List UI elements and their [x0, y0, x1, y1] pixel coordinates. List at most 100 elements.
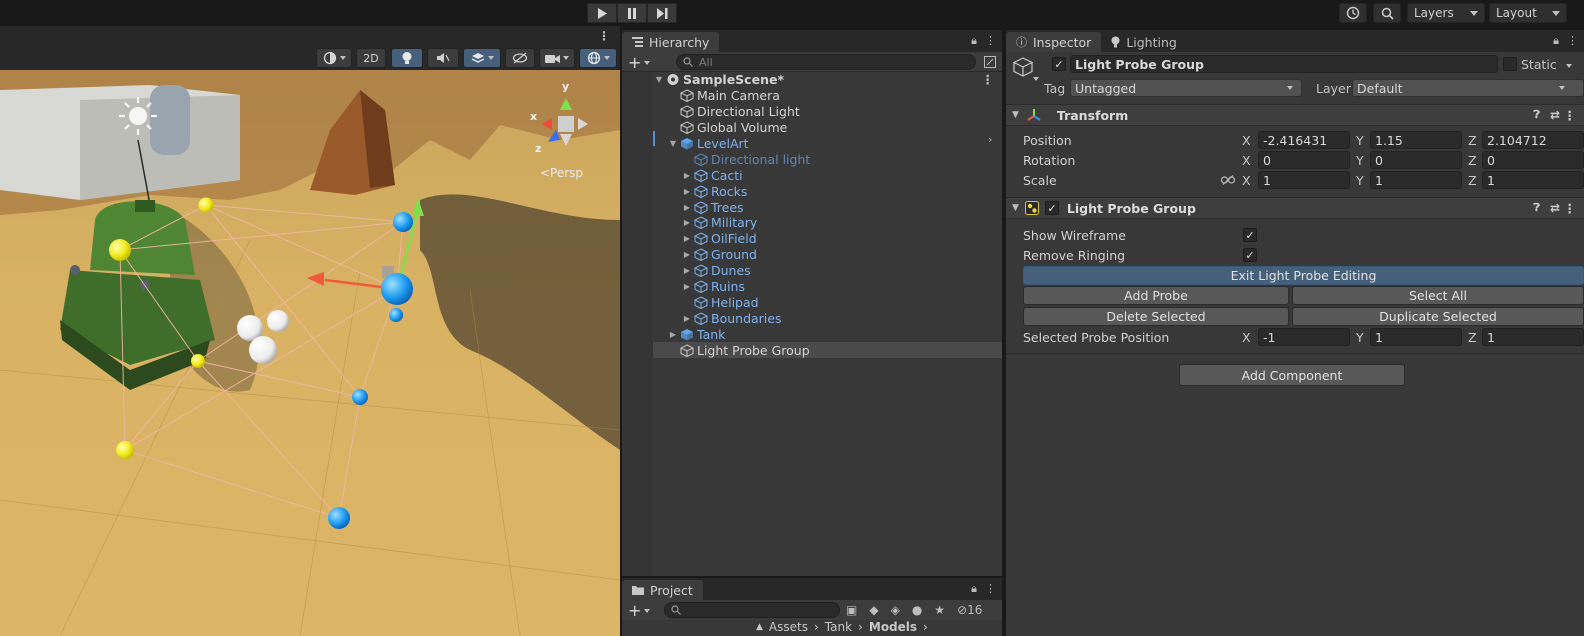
create-asset-dropdown[interactable]: +	[628, 601, 651, 620]
hierarchy-search-input[interactable]: All	[676, 54, 976, 70]
transform-header[interactable]: ▼ Transform ❓︎ ⇄ ⋮	[1006, 104, 1584, 126]
hierarchy-item[interactable]: Directional Light	[622, 104, 1002, 120]
scene-viewport[interactable]: y x z <Persp	[0, 70, 620, 636]
hierarchy-item[interactable]: Global Volume	[622, 120, 1002, 136]
static-checkbox[interactable]	[1503, 57, 1517, 71]
remove-ringing-checkbox[interactable]: ✓	[1243, 248, 1257, 262]
tab-lighting[interactable]: Lighting	[1101, 32, 1187, 52]
foldout-collapsed-icon[interactable]: ▶	[682, 250, 692, 259]
add-component-button[interactable]: Add Component	[1179, 364, 1405, 386]
constrain-proportions-icon[interactable]	[1221, 175, 1235, 185]
undo-history-button[interactable]	[1339, 3, 1367, 23]
select-all-button[interactable]: Select All	[1292, 286, 1584, 305]
foldout-collapsed-icon[interactable]: ▶	[668, 330, 678, 339]
favorite-star-icon[interactable]: ★	[934, 603, 945, 617]
position-z-field[interactable]: 2.104712	[1482, 131, 1584, 149]
hierarchy-item[interactable]: ▶ Tank	[622, 326, 1002, 342]
foldout-collapsed-icon[interactable]: ▶	[682, 234, 692, 243]
hierarchy-item[interactable]: ▶ Cacti	[622, 167, 1002, 183]
active-checkbox[interactable]: ✓	[1052, 57, 1066, 71]
breadcrumb-models[interactable]: Models	[869, 620, 917, 634]
foldout-collapsed-icon[interactable]: ▶	[682, 218, 692, 227]
presets-icon[interactable]: ⇄	[1550, 108, 1560, 122]
foldout-expanded-icon[interactable]: ▼	[668, 139, 678, 148]
exit-light-probe-editing-button[interactable]: Exit Light Probe Editing	[1023, 266, 1584, 285]
search-window-icon[interactable]: ▣	[846, 603, 857, 617]
more-options-icon[interactable]: ⋮	[1564, 201, 1577, 216]
foldout-expanded-icon[interactable]: ▼	[654, 75, 664, 84]
step-button[interactable]	[647, 3, 677, 23]
hierarchy-item[interactable]: Directional light	[622, 151, 1002, 167]
foldout-collapsed-icon[interactable]: ▶	[682, 282, 692, 291]
foldout-collapsed-icon[interactable]: ▶	[682, 314, 692, 323]
hierarchy-item[interactable]: Main Camera	[622, 88, 1002, 104]
hierarchy-item[interactable]: Light Probe Group	[622, 342, 1002, 359]
help-icon[interactable]: ❓︎	[1533, 108, 1540, 122]
play-button[interactable]	[587, 3, 617, 23]
breadcrumb-assets[interactable]: Assets	[769, 620, 808, 634]
chevron-down-icon[interactable]	[1033, 77, 1039, 81]
pause-button[interactable]	[617, 3, 647, 23]
hierarchy-item[interactable]: ▶ Trees	[622, 199, 1002, 215]
create-dropdown[interactable]: +	[628, 53, 651, 72]
hierarchy-item[interactable]: Helipad	[622, 294, 1002, 310]
duplicate-selected-button[interactable]: Duplicate Selected	[1292, 307, 1584, 326]
help-icon[interactable]: ❓︎	[1533, 201, 1540, 215]
effects-dropdown[interactable]	[463, 48, 501, 68]
warning-filter-icon[interactable]: ●	[912, 603, 922, 617]
more-options-icon[interactable]: ⋮	[598, 29, 610, 43]
hierarchy-item[interactable]: ▶ Rocks	[622, 183, 1002, 199]
camera-settings-dropdown[interactable]	[539, 48, 575, 68]
hierarchy-item[interactable]: ▶ Boundaries	[622, 310, 1002, 326]
position-y-field[interactable]: 1.15	[1370, 131, 1462, 149]
rotation-x-field[interactable]: 0	[1258, 151, 1350, 169]
presets-icon[interactable]: ⇄	[1550, 201, 1560, 215]
rotation-y-field[interactable]: 0	[1370, 151, 1462, 169]
more-options-icon[interactable]: ⋮	[985, 582, 996, 596]
chevron-down-icon[interactable]	[1566, 64, 1572, 68]
lighting-toggle-button[interactable]	[391, 48, 423, 68]
scale-y-field[interactable]: 1	[1370, 171, 1462, 189]
object-name-field[interactable]: Light Probe Group	[1070, 55, 1498, 73]
layer-dropdown[interactable]: Default	[1352, 79, 1584, 97]
hierarchy-item[interactable]: ▶ Dunes	[622, 263, 1002, 279]
search-button[interactable]	[1373, 3, 1401, 23]
delete-selected-button[interactable]: Delete Selected	[1023, 307, 1289, 326]
foldout-collapsed-icon[interactable]: ▶	[682, 266, 692, 275]
chevron-right-icon[interactable]: ›	[988, 133, 992, 146]
show-wireframe-checkbox[interactable]: ✓	[1243, 228, 1257, 242]
hierarchy-item[interactable]: ▶ Ruins	[622, 279, 1002, 295]
hierarchy-item[interactable]: ▶ Military	[622, 215, 1002, 231]
tag-dropdown[interactable]: Untagged	[1070, 79, 1302, 97]
label-filter-icon[interactable]: ◈	[891, 603, 900, 617]
component-enabled-checkbox[interactable]: ✓	[1044, 201, 1059, 215]
hierarchy-item[interactable]: ▼ SampleScene* ⋮	[622, 72, 1002, 88]
hierarchy-item[interactable]: ▶ Ground	[622, 247, 1002, 263]
project-search-input[interactable]	[664, 602, 840, 618]
gizmos-dropdown[interactable]	[579, 48, 617, 68]
foldout-collapsed-icon[interactable]: ▶	[682, 171, 692, 180]
hidden-objects-toggle[interactable]	[505, 48, 535, 68]
tab-inspector[interactable]: ⓘ Inspector	[1006, 32, 1102, 52]
perspective-label[interactable]: <Persp	[540, 166, 583, 180]
more-options-icon[interactable]: ⋮	[1564, 108, 1577, 123]
add-probe-button[interactable]: Add Probe	[1023, 286, 1289, 305]
hidden-packages-toggle[interactable]: ⊘16	[957, 603, 982, 617]
probe-x-field[interactable]: -1	[1258, 328, 1350, 346]
more-options-icon[interactable]: ⋮	[1567, 34, 1578, 48]
breadcrumb-tank[interactable]: Tank	[825, 620, 852, 634]
layers-dropdown[interactable]: Layers	[1407, 3, 1485, 23]
draw-mode-button[interactable]	[316, 48, 352, 68]
foldout-collapsed-icon[interactable]: ▶	[682, 187, 692, 196]
more-options-icon[interactable]: ⋮	[982, 72, 995, 87]
scale-z-field[interactable]: 1	[1482, 171, 1584, 189]
scale-x-field[interactable]: 1	[1258, 171, 1350, 189]
lock-icon[interactable]: 🔒︎	[971, 34, 977, 48]
audio-toggle-button[interactable]	[427, 48, 459, 68]
scene-picking-icon[interactable]	[984, 56, 996, 68]
2d-toggle-button[interactable]: 2D	[356, 48, 386, 68]
tab-hierarchy[interactable]: Hierarchy	[622, 32, 720, 52]
more-options-icon[interactable]: ⋮	[985, 34, 996, 48]
probe-y-field[interactable]: 1	[1370, 328, 1462, 346]
lock-icon[interactable]: 🔒︎	[971, 582, 977, 596]
